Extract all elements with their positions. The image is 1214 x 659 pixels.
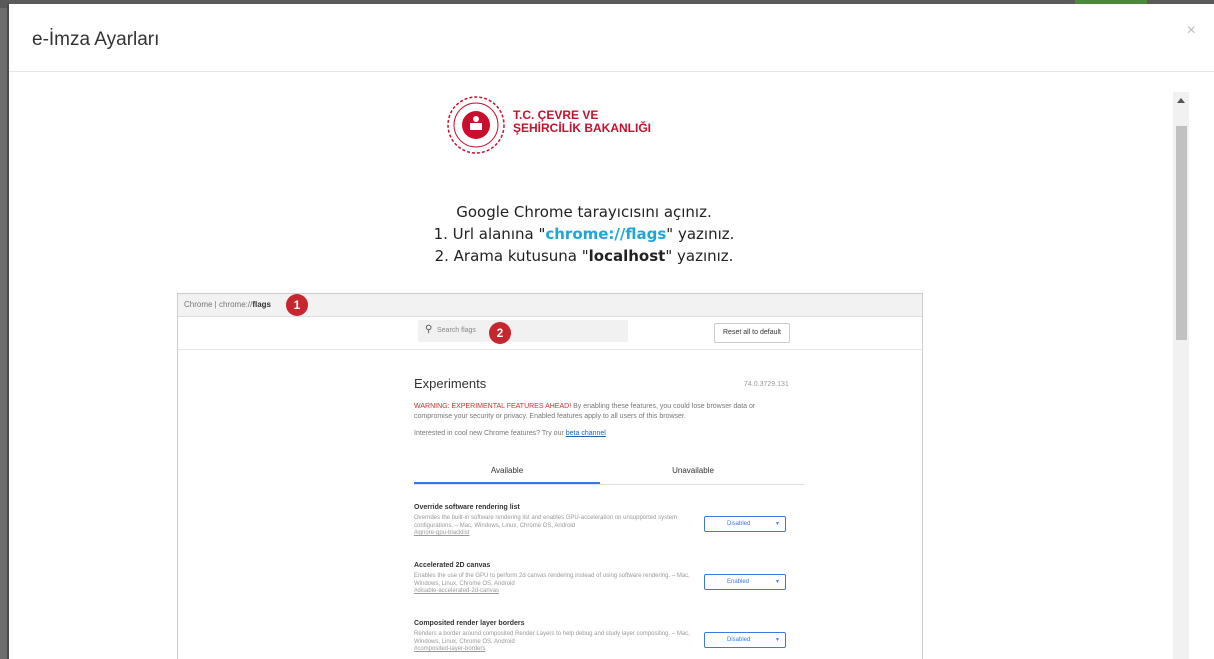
chevron-down-icon: ▼: [775, 579, 780, 585]
experiments-title: Experiments: [414, 376, 487, 391]
reset-all-button: Reset all to default: [714, 323, 790, 343]
tab-unavailable: Unavailable: [672, 466, 714, 475]
active-tab-underline: [414, 482, 600, 484]
flag-dropdown-value: Enabled: [727, 579, 750, 585]
tab-available: Available: [490, 466, 524, 475]
flag-title: Composited render layer borders: [414, 620, 525, 627]
flags-toolbar: ⚲ Search flags 2 Reset all to default: [178, 317, 922, 350]
e-imza-settings-modal: e-İmza Ayarları × T.C. ÇEVRE VE ŞEHİRCİL…: [7, 4, 1214, 659]
flag-dropdown: Disabled ▼: [704, 632, 786, 648]
modal-title: e-İmza Ayarları: [32, 29, 160, 50]
address-bar: Chrome | chrome://flags 1: [178, 294, 922, 317]
address-prefix: Chrome | chrome://: [184, 300, 253, 309]
flag-dropdown: Disabled ▼: [704, 516, 786, 532]
beta-text: Interested in cool new Chrome features? …: [414, 430, 606, 437]
beta-channel-link: beta channel: [565, 430, 606, 437]
chrome-flags-screenshot: Chrome | chrome://flags 1 ⚲ Search flags…: [177, 293, 923, 659]
version-label: 74.0.3729.131: [744, 381, 789, 388]
address-text: Chrome | chrome://flags: [184, 300, 271, 309]
step-badge-2: 2: [489, 322, 511, 344]
flag-dropdown: Enabled ▼: [704, 574, 786, 590]
close-icon[interactable]: ×: [1187, 22, 1196, 40]
search-flags-box: ⚲ Search flags: [418, 320, 628, 342]
instruction-line-1: Google Chrome tarayıcısını açınız.: [456, 203, 712, 221]
flag-description: Overrides the built-in software renderin…: [414, 515, 678, 529]
scroll-up-arrow-icon[interactable]: [1177, 98, 1185, 103]
flag-description: Renders a border around composited Rende…: [414, 631, 690, 645]
instruction-2-prefix: 1. Url alanına ": [433, 225, 546, 243]
flag-item: Accelerated 2D canvas Enables the use of…: [414, 562, 794, 594]
instruction-3-prefix: 2. Arama kutusuna ": [434, 247, 589, 265]
address-flags: flags: [252, 300, 271, 309]
flags-tabs: Available Unavailable: [414, 454, 804, 485]
modal-scrollbar[interactable]: [1173, 92, 1189, 659]
warning-text: WARNING: EXPERIMENTAL FEATURES AHEAD! By…: [414, 402, 794, 422]
search-icon: ⚲: [425, 324, 433, 335]
instruction-2-url: chrome://flags: [545, 225, 667, 243]
flag-description: Enables the use of the GPU to perform 2d…: [414, 573, 690, 587]
scrollbar-thumb[interactable]: [1176, 126, 1187, 340]
modal-header: e-İmza Ayarları ×: [9, 4, 1214, 72]
flag-title: Override software rendering list: [414, 504, 520, 511]
instruction-2-suffix: " yazınız.: [666, 225, 735, 243]
ministry-logo: [447, 96, 505, 154]
ministry-name: T.C. ÇEVRE VE ŞEHİRCİLİK BAKANLIĞI: [513, 109, 651, 135]
chevron-down-icon: ▼: [775, 521, 780, 527]
warning-red: WARNING: EXPERIMENTAL FEATURES AHEAD!: [414, 403, 572, 410]
instruction-line-2: 1. Url alanına "chrome://flags" yazınız.: [9, 225, 1159, 243]
flag-dropdown-value: Disabled: [727, 637, 751, 643]
ministry-name-line2: ŞEHİRCİLİK BAKANLIĞI: [513, 121, 651, 135]
flag-dropdown-value: Disabled: [727, 521, 751, 527]
step-badge-1: 1: [286, 294, 308, 316]
search-placeholder: Search flags: [437, 327, 476, 334]
chevron-down-icon: ▼: [775, 637, 780, 643]
instruction-line-3: 2. Arama kutusuna "localhost" yazınız.: [9, 247, 1159, 265]
flag-title: Accelerated 2D canvas: [414, 562, 491, 569]
flag-item: Override software rendering list Overrid…: [414, 504, 794, 536]
beta-prefix: Interested in cool new Chrome features? …: [414, 430, 566, 437]
instruction-3-suffix: " yazınız.: [665, 247, 734, 265]
flag-item: Composited render layer borders Renders …: [414, 620, 794, 652]
instruction-3-term: localhost: [588, 247, 666, 265]
